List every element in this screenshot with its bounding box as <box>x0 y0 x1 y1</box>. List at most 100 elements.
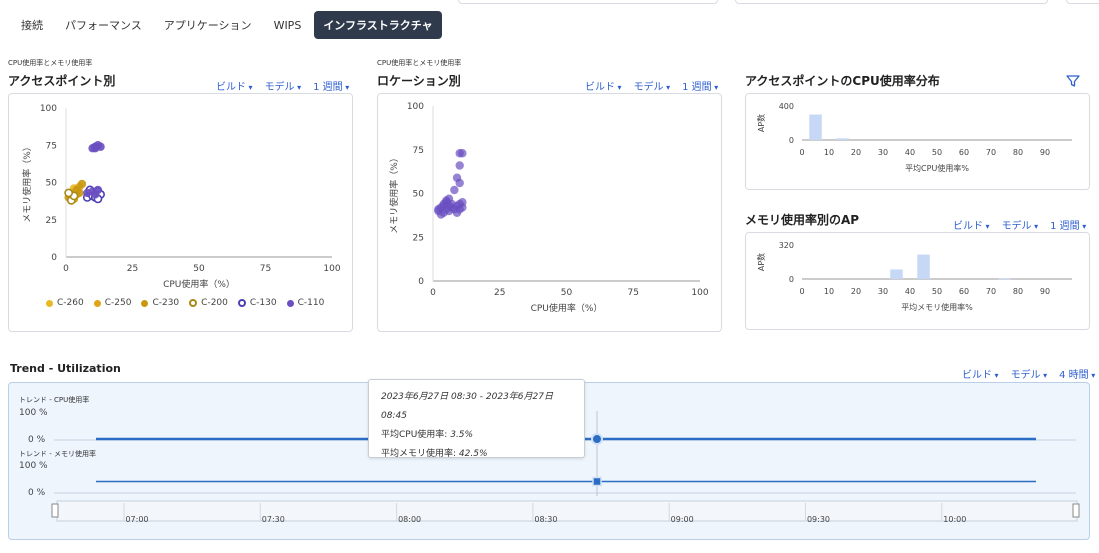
scatter-ap-legend: C-260 C-250 C-230 C-200 C-130 C-110 <box>46 298 324 308</box>
filter-period[interactable]: 1 週間 <box>313 78 349 93</box>
mem-hover-marker <box>592 476 602 487</box>
scatter-point <box>458 198 467 207</box>
legend-marker <box>237 299 246 307</box>
x-tick-label: 0 <box>799 148 804 157</box>
tab-infrastructure[interactable]: インフラストラクチャ <box>314 11 442 39</box>
time-tick-label: 07:30 <box>262 515 285 524</box>
legend-label: C-130 <box>249 298 277 308</box>
filter-model[interactable]: モデル <box>1011 366 1048 381</box>
histogram-bar <box>890 269 903 279</box>
y-tick-label: 0 <box>418 277 424 287</box>
x-tick-label: 80 <box>1013 148 1023 157</box>
time-tick-label: 08:00 <box>398 515 421 524</box>
histogram-bar <box>998 278 1011 280</box>
filter-period[interactable]: 1 週間 <box>1050 217 1086 232</box>
y-tick-label: 0 <box>51 253 57 263</box>
scatter-ap-panel: 0 25 50 75 100 0 25 50 75 100 CPU使用率（%） メモリ使用率（%） <box>8 93 353 332</box>
x-tick-label: 50 <box>932 287 942 296</box>
x-tick-label: 0 <box>63 264 69 274</box>
y-tick-label: 0 <box>789 275 794 284</box>
x-tick-label: 90 <box>1040 287 1050 296</box>
scatter-ap-chart: 0 25 50 75 100 0 25 50 75 100 CPU使用率（%） メモリ使用率（%） <box>21 104 341 290</box>
scatter-loc-filters: ビルド モデル 1 週間 <box>585 78 718 93</box>
legend-label: C-230 <box>152 298 180 308</box>
y-axis-title: メモリ使用率（%） <box>21 142 33 223</box>
x-tick-label: 90 <box>1040 148 1050 157</box>
mem-dist-filters: ビルド モデル 1 週間 <box>953 217 1086 232</box>
tab-bar: 接続 パフォーマンス アプリケーション WIPS インフラストラクチャ <box>12 11 442 39</box>
legend-item[interactable]: C-230 <box>141 298 179 308</box>
time-tick-label: 09:00 <box>671 515 694 524</box>
scatter-point <box>64 188 74 198</box>
legend-item[interactable]: C-250 <box>93 298 132 308</box>
trend-cpu-100-tick: 100 % <box>19 408 48 418</box>
x-tick-label: 75 <box>260 264 271 274</box>
tab-wips[interactable]: WIPS <box>265 13 311 38</box>
scatter-loc-title: ロケーション別 <box>377 74 461 88</box>
filter-period[interactable]: 1 週間 <box>682 78 718 93</box>
legend-marker <box>189 299 198 307</box>
tooltip-range: 2023年6月27日 08:30 - 2023年6月27日 08:45 <box>381 392 553 421</box>
top-dropdown-2[interactable] <box>735 0 1048 4</box>
trend-title: Trend - Utilization <box>10 362 121 375</box>
legend-item[interactable]: C-260 <box>46 298 84 308</box>
filter-period[interactable]: 4 時間 <box>1059 366 1095 381</box>
filter-build[interactable]: ビルド <box>953 217 990 232</box>
x-tick-label: 25 <box>494 288 505 298</box>
x-tick-label: 50 <box>193 264 205 274</box>
filter-model[interactable]: モデル <box>265 78 302 93</box>
x-tick-label: 20 <box>851 148 861 157</box>
scatter-ap-caption: CPU使用率とメモリ使用率 <box>8 59 93 67</box>
top-dropdown-1[interactable] <box>458 0 718 4</box>
tab-performance[interactable]: パフォーマンス <box>56 11 151 39</box>
filter-model[interactable]: モデル <box>1002 217 1039 232</box>
y-axis-title: AP数 <box>756 114 766 132</box>
cpu-dist-chart: 0 400 0 10 20 30 40 50 60 70 80 90 AP数平均CPU使用率% <box>756 102 1072 173</box>
x-tick-label: 0 <box>430 288 436 298</box>
y-tick-label: 100 <box>40 104 57 114</box>
trend-tooltip: 2023年6月27日 08:30 - 2023年6月27日 08:45 平均CP… <box>368 379 585 459</box>
cpu-dist-title: アクセスポイントのCPU使用率分布 <box>745 74 940 88</box>
y-tick-label: 100 <box>407 102 424 112</box>
x-tick-label: 40 <box>905 148 915 157</box>
legend-label: C-110 <box>297 298 325 308</box>
scatter-ap-title: アクセスポイント別 <box>8 74 116 88</box>
legend-item[interactable]: C-200 <box>189 298 228 308</box>
trend-cpu-label: トレンド - CPU使用率 <box>19 396 90 404</box>
scatter-loc-caption: CPU使用率とメモリ使用率 <box>377 59 462 67</box>
x-tick-label: 30 <box>878 148 888 157</box>
x-axis-title: CPU使用率（%） <box>163 278 235 290</box>
filter-build[interactable]: ビルド <box>962 366 999 381</box>
legend-marker <box>46 299 53 307</box>
trend-mem-label: トレンド - メモリ使用率 <box>19 450 96 458</box>
filter-build[interactable]: ビルド <box>216 78 253 93</box>
filter-icon[interactable] <box>1066 74 1080 88</box>
scatter-point <box>450 185 459 195</box>
x-tick-label: 25 <box>127 264 138 274</box>
filter-build[interactable]: ビルド <box>585 78 622 93</box>
top-dropdown-3[interactable] <box>1066 0 1099 4</box>
scatter-point <box>455 178 464 188</box>
x-tick-label: 50 <box>932 148 942 157</box>
x-tick-label: 10 <box>824 287 834 296</box>
y-tick-label: 400 <box>779 102 794 111</box>
time-tick-label: 08:30 <box>534 515 557 524</box>
tab-applications[interactable]: アプリケーション <box>155 11 261 39</box>
cpu-hover-marker <box>591 433 603 446</box>
filter-model[interactable]: モデル <box>634 78 671 93</box>
x-axis-title: CPU使用率（%） <box>531 302 603 314</box>
legend-item[interactable]: C-130 <box>237 298 277 308</box>
x-tick-label: 50 <box>561 288 573 298</box>
x-tick-label: 70 <box>986 148 996 157</box>
x-tick-label: 10 <box>824 148 834 157</box>
range-handle-left <box>51 503 59 518</box>
trend-mem-100-tick: 100 % <box>19 461 48 471</box>
time-tick-label: 10:00 <box>943 515 966 524</box>
scatter-point <box>439 201 448 210</box>
legend-label: C-250 <box>104 298 132 308</box>
legend-label: C-200 <box>201 298 228 308</box>
x-tick-label: 30 <box>878 287 888 296</box>
tooltip-cpu: 平均CPU使用率: 3.5% <box>381 430 474 440</box>
legend-item[interactable]: C-110 <box>286 298 325 308</box>
tab-connection[interactable]: 接続 <box>12 11 52 39</box>
